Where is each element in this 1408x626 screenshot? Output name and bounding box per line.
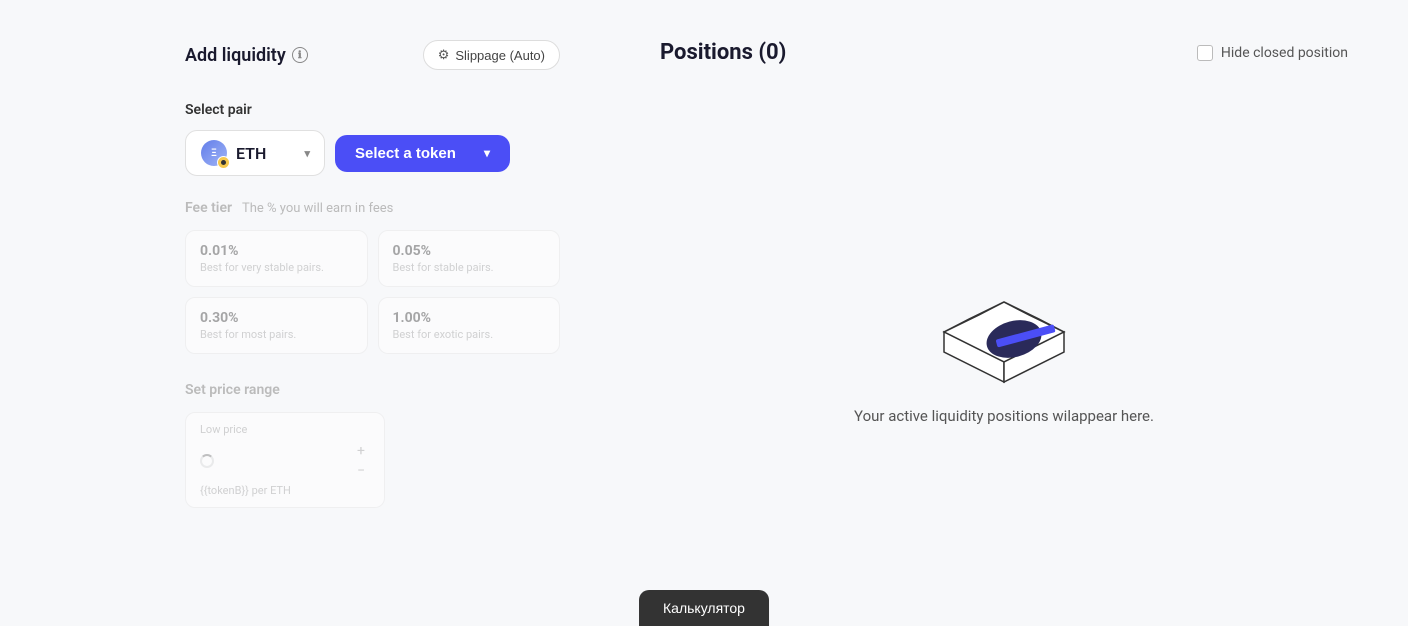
fee-desc-100: Best for exotic pairs. <box>393 328 546 341</box>
price-stepper[interactable]: + − <box>352 442 370 480</box>
select-token-button[interactable]: Select a token ▾ <box>335 135 510 172</box>
info-icon[interactable]: ℹ <box>292 47 308 63</box>
price-value <box>200 454 214 468</box>
left-panel: Add liquidity ℹ ⚙ Slippage (Auto) Select… <box>0 0 620 626</box>
select-token-chevron-icon: ▾ <box>484 146 490 160</box>
price-input-controls: + − <box>200 442 370 480</box>
fee-card-030[interactable]: 0.30% Best for most pairs. <box>185 297 368 354</box>
slippage-button[interactable]: ⚙ Slippage (Auto) <box>423 40 560 70</box>
fee-card-005[interactable]: 0.05% Best for stable pairs. <box>378 230 561 287</box>
hide-closed-label: Hide closed position <box>1221 45 1348 61</box>
empty-positions-text: Your active liquidity positions wilappea… <box>854 407 1154 425</box>
calculator-button[interactable]: Калькулятор <box>639 590 769 626</box>
price-decrement-button[interactable]: − <box>352 462 370 480</box>
fee-pct-005: 0.05% <box>393 243 546 259</box>
fee-tier-label: Fee tier <box>185 200 232 216</box>
calculator-label: Калькулятор <box>663 600 745 616</box>
right-header: Positions (0) Hide closed position <box>660 40 1348 65</box>
eth-chevron-icon: ▾ <box>304 147 310 160</box>
fee-desc-005: Best for stable pairs. <box>393 261 546 274</box>
select-token-label: Select a token <box>355 145 456 162</box>
positions-title: Positions (0) <box>660 40 786 65</box>
page-wrapper: Add liquidity ℹ ⚙ Slippage (Auto) Select… <box>0 0 1408 626</box>
price-range-section: Set price range Low price + − {{tokenB}}… <box>185 382 560 508</box>
hide-closed-row: Hide closed position <box>1197 45 1348 61</box>
pair-row: Ξ ETH ▾ Select a token ▾ <box>185 130 560 176</box>
fee-pct-100: 1.00% <box>393 310 546 326</box>
fee-tier-description: The % you will earn in fees <box>242 201 393 216</box>
slippage-label: Slippage (Auto) <box>455 48 545 63</box>
fee-grid: 0.01% Best for very stable pairs. 0.05% … <box>185 230 560 354</box>
select-pair-label: Select pair <box>185 102 560 118</box>
right-panel: Positions (0) Hide closed position <box>620 0 1408 626</box>
price-per-label: {{tokenB}} per ETH <box>200 484 370 497</box>
fee-tier-section: Fee tier The % you will earn in fees 0.0… <box>185 200 560 354</box>
eth-icon: Ξ <box>200 139 228 167</box>
header-row: Add liquidity ℹ ⚙ Slippage (Auto) <box>185 40 560 70</box>
eth-badge <box>217 156 230 169</box>
low-price-card: Low price + − {{tokenB}} per ETH <box>185 412 385 508</box>
hide-closed-checkbox[interactable] <box>1197 45 1213 61</box>
fee-pct-030: 0.30% <box>200 310 353 326</box>
empty-state: Your active liquidity positions wilappea… <box>660 105 1348 586</box>
eth-symbol: ETH <box>236 144 266 163</box>
add-liquidity-text: Add liquidity <box>185 45 286 66</box>
price-spinner-icon <box>200 454 214 468</box>
empty-box-illustration <box>914 267 1094 387</box>
price-increment-button[interactable]: + <box>352 442 370 460</box>
fee-tier-header: Fee tier The % you will earn in fees <box>185 200 560 216</box>
add-liquidity-title: Add liquidity ℹ <box>185 45 308 66</box>
eth-badge-dot <box>221 160 226 165</box>
low-price-label: Low price <box>200 423 370 436</box>
price-range-label: Set price range <box>185 382 560 398</box>
fee-desc-001: Best for very stable pairs. <box>200 261 353 274</box>
fee-card-001[interactable]: 0.01% Best for very stable pairs. <box>185 230 368 287</box>
fee-pct-001: 0.01% <box>200 243 353 259</box>
gear-icon: ⚙ <box>438 47 450 63</box>
eth-token-selector[interactable]: Ξ ETH ▾ <box>185 130 325 176</box>
fee-desc-030: Best for most pairs. <box>200 328 353 341</box>
fee-card-100[interactable]: 1.00% Best for exotic pairs. <box>378 297 561 354</box>
